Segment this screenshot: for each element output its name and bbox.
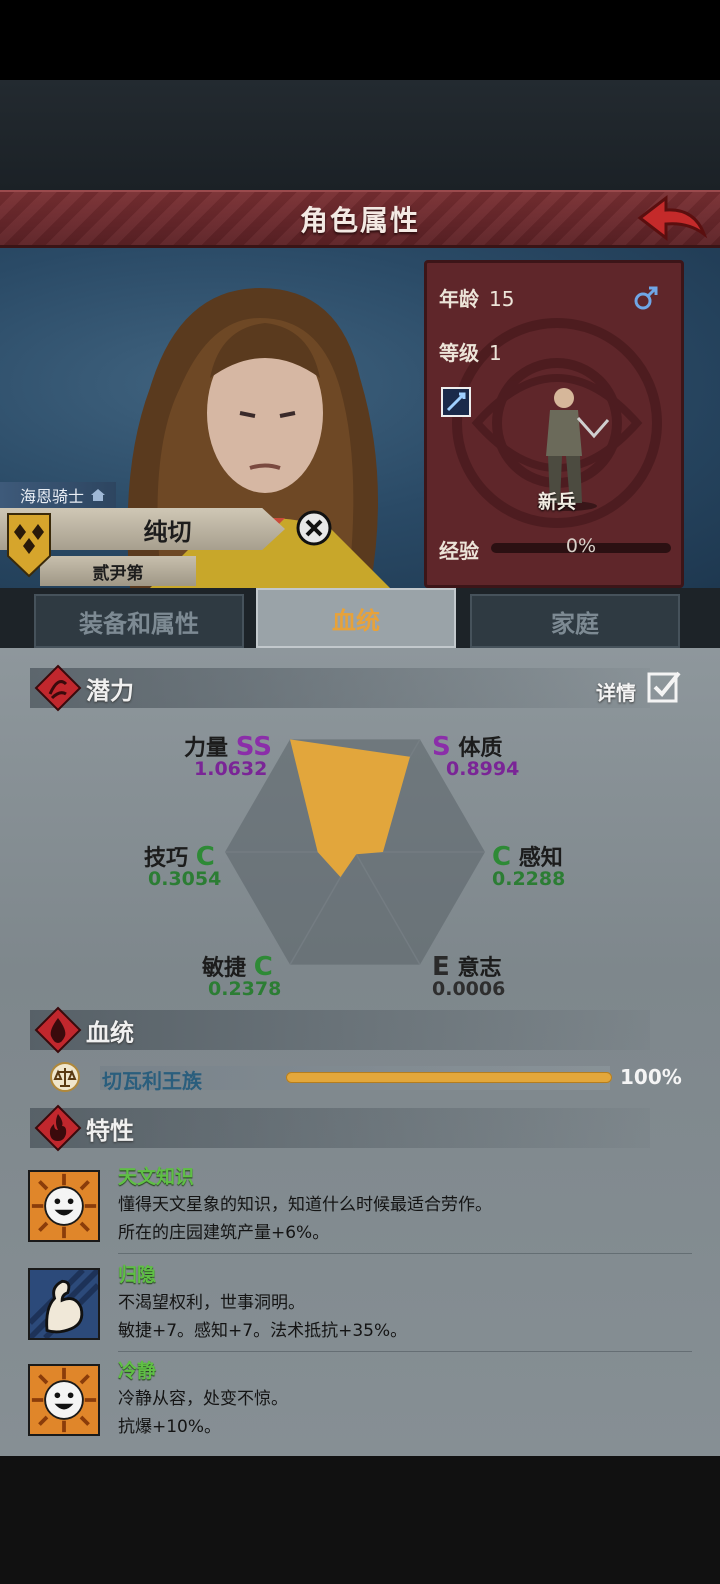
trait-item[interactable]: 天文知识 懂得天文星象的知识，知道什么时候最适合劳作。 所在的庄园建筑产量+6%… bbox=[28, 1162, 692, 1254]
trait-divider bbox=[118, 1253, 692, 1254]
bloodline-entry: 切瓦利王族 100% bbox=[50, 1062, 690, 1094]
bloodline-bar bbox=[286, 1072, 612, 1083]
bloodline-title: 血统 bbox=[86, 1018, 134, 1047]
exp-label: 经验 bbox=[439, 539, 479, 563]
info-card: 年龄 15 等级 1 新兵 经验 0% bbox=[424, 260, 684, 588]
home-icon bbox=[91, 489, 106, 501]
trait-effect: 敏捷+7。感知+7。法术抵抗+35%。 bbox=[118, 1321, 408, 1341]
detail-checkbox[interactable] bbox=[646, 668, 682, 704]
level-row: 等级 1 bbox=[439, 337, 502, 366]
level-label: 等级 bbox=[439, 341, 479, 365]
tab-family[interactable]: 家庭 bbox=[470, 594, 680, 648]
close-icon[interactable] bbox=[296, 510, 332, 546]
traits-section-header: 特性 bbox=[30, 1104, 650, 1152]
bloodline-name: 切瓦利王族 bbox=[102, 1069, 202, 1093]
trait-description: 不渴望权利，世事洞明。 bbox=[118, 1293, 305, 1313]
stat-skill-value: 0.3054 bbox=[148, 868, 222, 890]
detail-label: 详情 bbox=[596, 681, 636, 705]
potential-radar-chart bbox=[225, 739, 485, 965]
title-tag-label: 海恩骑士 bbox=[20, 487, 85, 506]
trait-effect: 抗爆+10%。 bbox=[118, 1417, 222, 1437]
family-crest-icon bbox=[7, 513, 51, 578]
stat-agility-value: 0.2378 bbox=[208, 978, 282, 1000]
title-bar: 角色属性 bbox=[0, 190, 720, 248]
page-title: 角色属性 bbox=[299, 203, 420, 237]
character-title-tag: 海恩骑士 bbox=[0, 482, 117, 508]
trait-description: 懂得天文星象的知识，知道什么时候最适合劳作。 bbox=[118, 1195, 492, 1215]
potential-title: 潜力 bbox=[86, 676, 134, 705]
back-arrow-icon[interactable] bbox=[636, 194, 708, 246]
house-plate: 贰尹第 bbox=[40, 556, 196, 586]
stat-strength-value: 1.0632 bbox=[194, 758, 268, 780]
trait-name: 天文知识 bbox=[118, 1166, 195, 1188]
blood-drop-icon bbox=[34, 1006, 82, 1054]
bloodline-percent: 100% bbox=[620, 1065, 682, 1089]
male-icon bbox=[634, 286, 658, 310]
scales-icon bbox=[50, 1062, 80, 1092]
tab-bloodline[interactable]: 血统 bbox=[256, 588, 456, 648]
level-value: 1 bbox=[489, 341, 502, 365]
trait-divider bbox=[118, 1351, 692, 1352]
trait-effect: 所在的庄园建筑产量+6%。 bbox=[118, 1223, 330, 1243]
flame-icon bbox=[34, 1104, 82, 1152]
sword-icon[interactable] bbox=[441, 387, 471, 417]
potential-section-header: 潜力 bbox=[30, 664, 650, 712]
stat-will-value: 0.0006 bbox=[432, 978, 506, 1000]
muscle-arm-icon bbox=[28, 1268, 100, 1340]
tab-bar: 装备和属性 血统 家庭 bbox=[0, 588, 720, 648]
traits-title: 特性 bbox=[86, 1116, 134, 1145]
trait-name: 归隐 bbox=[118, 1264, 157, 1286]
age-label: 年龄 bbox=[439, 287, 479, 311]
tab-equipment[interactable]: 装备和属性 bbox=[34, 594, 244, 648]
house-name: 贰尹第 bbox=[92, 563, 144, 584]
navigation-bar bbox=[0, 1456, 720, 1584]
trait-description: 冷静从容，处变不惊。 bbox=[118, 1389, 288, 1409]
potential-icon bbox=[34, 664, 82, 712]
status-bar bbox=[0, 0, 720, 80]
trait-item[interactable]: 冷静 冷静从容，处变不惊。 抗爆+10%。 bbox=[28, 1356, 692, 1448]
smiley-sun-icon bbox=[28, 1364, 100, 1436]
character-name: 纯切 bbox=[143, 517, 192, 546]
age-row: 年龄 15 bbox=[439, 283, 514, 312]
exp-value: 0% bbox=[565, 535, 597, 557]
trait-item[interactable]: 归隐 不渴望权利，世事洞明。 敏捷+7。感知+7。法术抵抗+35%。 bbox=[28, 1260, 692, 1352]
class-name: 新兵 bbox=[537, 491, 576, 513]
stat-perception-value: 0.2288 bbox=[492, 868, 566, 890]
age-value: 15 bbox=[489, 287, 515, 311]
bloodline-section-header: 血统 bbox=[30, 1006, 650, 1054]
trait-name: 冷静 bbox=[118, 1360, 157, 1382]
smiley-sun-icon bbox=[28, 1170, 100, 1242]
stat-constitution-value: 0.8994 bbox=[446, 758, 520, 780]
